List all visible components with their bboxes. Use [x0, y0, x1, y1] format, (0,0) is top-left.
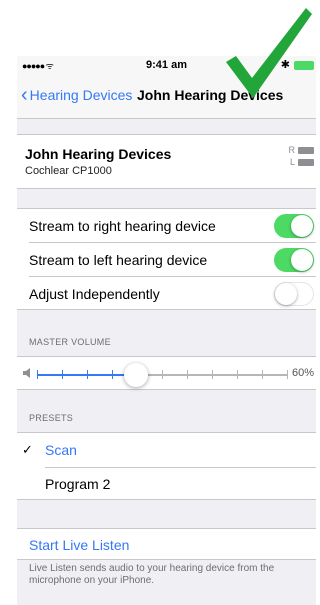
toggle-knob [291, 248, 313, 271]
preset-label: Scan [45, 442, 77, 458]
toggle-label: Adjust Independently [29, 286, 160, 302]
volume-slider-thumb[interactable] [124, 363, 148, 387]
preset-label: Program 2 [45, 476, 111, 492]
volume-tick [62, 370, 63, 379]
volume-tick [237, 370, 238, 379]
start-live-listen-button[interactable]: Start Live Listen [29, 537, 129, 553]
back-label: Hearing Devices [29, 87, 133, 103]
stream-left-toggle[interactable] [274, 247, 314, 272]
toggle-label: Stream to left hearing device [29, 251, 208, 268]
live-listen-cell: Start Live Listen [17, 528, 316, 560]
chevron-left-icon: ‹ [21, 84, 28, 106]
toggle-knob [291, 214, 313, 237]
toggle-row-independent: Adjust Independently [29, 277, 316, 311]
phone-screen: ●●●●● ᯤ 9:41 am ✱ ‹ Hearing Devices John… [17, 56, 316, 605]
device-model: Cochlear CP1000 [25, 165, 112, 177]
volume-tick [187, 370, 188, 379]
stream-right-toggle[interactable] [274, 213, 314, 238]
left-battery-indicator: L [290, 157, 314, 167]
presets-section-header: PRESETS [29, 413, 74, 423]
checkmark-overlay-icon [226, 8, 312, 98]
live-listen-note: Live Listen sends audio to your hearing … [29, 563, 275, 586]
preset-item-program-2[interactable]: Program 2 [17, 467, 316, 501]
right-battery-indicator: R [288, 145, 314, 155]
presets-list: ✓ Scan Program 2 [17, 432, 316, 500]
toggle-knob [275, 283, 297, 305]
right-battery-label: R [288, 145, 296, 155]
battery-icon [298, 146, 314, 154]
volume-tick [262, 370, 263, 379]
left-battery-label: L [289, 157, 295, 167]
volume-tick [212, 370, 213, 379]
volume-tick [162, 370, 163, 379]
preset-item-scan[interactable]: ✓ Scan [17, 433, 316, 468]
streaming-options: Stream to right hearing device Stream to… [17, 208, 316, 310]
battery-icon [298, 158, 314, 166]
volume-section-header: MASTER VOLUME [29, 337, 111, 347]
volume-tick [112, 370, 113, 379]
volume-tick [87, 370, 88, 379]
toggle-label: Stream to right hearing device [29, 217, 216, 234]
volume-cell: 60% [17, 356, 316, 390]
toggle-row-left: Stream to left hearing device [29, 243, 316, 277]
back-button[interactable]: ‹ Hearing Devices [21, 84, 133, 106]
speaker-icon [23, 368, 30, 378]
volume-tick [287, 370, 288, 379]
adjust-independently-toggle[interactable] [274, 282, 314, 306]
volume-percent: 60% [292, 367, 315, 379]
checkmark-icon: ✓ [22, 442, 33, 457]
device-info-cell: John Hearing Devices Cochlear CP1000 R L [17, 134, 316, 189]
toggle-row-right: Stream to right hearing device [29, 209, 316, 243]
device-name: John Hearing Devices [25, 146, 172, 162]
volume-tick [37, 370, 38, 379]
